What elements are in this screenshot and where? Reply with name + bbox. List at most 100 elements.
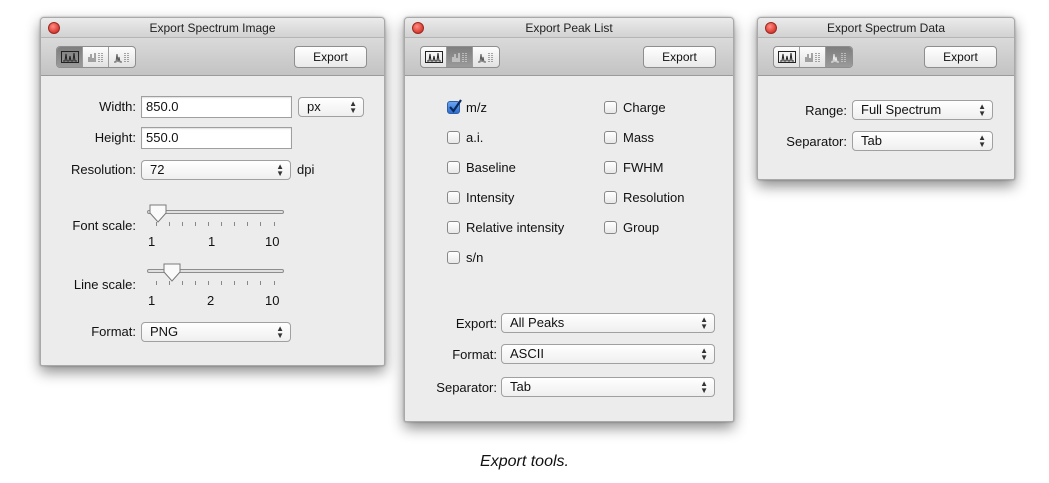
- height-field[interactable]: 550.0: [141, 127, 292, 149]
- checkbox-charge[interactable]: Charge: [604, 100, 666, 115]
- checkbox-label: Baseline: [466, 160, 516, 175]
- checkbox-box[interactable]: [604, 161, 617, 174]
- export-label: Export:: [455, 316, 497, 331]
- export-mode-segmented-control: [420, 46, 500, 68]
- data-icon: [114, 53, 129, 63]
- peak-list-icon: [805, 53, 819, 62]
- checkbox-group[interactable]: Group: [604, 220, 659, 235]
- checkbox-label: Charge: [623, 100, 666, 115]
- slider-knob[interactable]: [149, 204, 167, 224]
- figure-caption: Export tools.: [480, 453, 569, 470]
- checkbox-box[interactable]: [447, 161, 460, 174]
- spectrum-image-tab[interactable]: [57, 47, 83, 67]
- export-mode-segmented-control: [56, 46, 136, 68]
- format-value: ASCII: [510, 346, 544, 361]
- width-field[interactable]: 850.0: [141, 96, 292, 118]
- close-icon[interactable]: [765, 22, 777, 34]
- font-scale-min: 1: [148, 234, 156, 249]
- peak-list-tab[interactable]: [800, 47, 826, 67]
- updown-arrows-icon: ▲ ▼: [276, 324, 284, 340]
- checkbox-sn[interactable]: s/n: [447, 250, 483, 265]
- checkbox-box[interactable]: [604, 101, 617, 114]
- spectrum-data-tab[interactable]: [473, 47, 499, 67]
- resolution-unit: dpi: [297, 162, 315, 177]
- spectrum-image-tab[interactable]: [421, 47, 447, 67]
- data-icon: [831, 53, 846, 63]
- spectrum-icon: [777, 51, 796, 63]
- updown-arrows-icon: ▲ ▼: [978, 102, 986, 118]
- export-button[interactable]: Export: [643, 46, 716, 68]
- checkbox-intensity[interactable]: Intensity: [447, 190, 514, 205]
- updown-arrows-icon: ▲ ▼: [700, 315, 708, 331]
- peak-list-icon: [452, 53, 466, 62]
- checkbox-label: m/z: [466, 100, 487, 115]
- peak-list-tab[interactable]: [447, 47, 473, 67]
- checkbox-baseline[interactable]: Baseline: [447, 160, 516, 175]
- checkbox-mass[interactable]: Mass: [604, 130, 654, 145]
- font-scale-label: Font scale:: [72, 218, 136, 233]
- window-title: Export Spectrum Image: [149, 21, 276, 35]
- spectrum-data-tab[interactable]: [109, 47, 135, 67]
- export-peak-list-window: Export Peak List Export m/z a.i. Baselin…: [404, 17, 734, 422]
- separator-value: Tab: [861, 133, 882, 148]
- line-scale-min: 1: [148, 293, 156, 308]
- slider-knob[interactable]: [163, 263, 181, 283]
- checkbox-label: Group: [623, 220, 660, 235]
- separator-select[interactable]: Tab ▲ ▼: [852, 131, 993, 151]
- checkbox-ai[interactable]: a.i.: [447, 130, 483, 145]
- unit-select[interactable]: px ▲ ▼: [298, 97, 364, 117]
- checkbox-label: Resolution: [623, 190, 685, 205]
- toolbar: Export: [405, 38, 733, 76]
- format-label: Format:: [452, 347, 497, 362]
- spectrum-data-tab[interactable]: [826, 47, 852, 67]
- close-icon[interactable]: [48, 22, 60, 34]
- format-value: PNG: [150, 324, 179, 339]
- export-select[interactable]: All Peaks ▲ ▼: [501, 313, 715, 333]
- separator-label: Separator:: [786, 134, 847, 149]
- checkbox-label: Mass: [623, 130, 655, 145]
- updown-arrows-icon: ▲ ▼: [276, 162, 284, 178]
- export-button[interactable]: Export: [294, 46, 367, 68]
- checkbox-box[interactable]: [604, 131, 617, 144]
- checkbox-fwhm[interactable]: FWHM: [604, 160, 663, 175]
- checkbox-box[interactable]: [447, 251, 460, 264]
- checkbox-box[interactable]: [447, 221, 460, 234]
- slider-track: [147, 210, 284, 214]
- range-select[interactable]: Full Spectrum ▲ ▼: [852, 100, 993, 120]
- title-bar: Export Spectrum Image: [41, 18, 384, 38]
- range-label: Range:: [805, 103, 847, 118]
- line-scale-value: 2: [207, 293, 215, 308]
- close-icon[interactable]: [412, 22, 424, 34]
- font-scale-value: 1: [208, 234, 216, 249]
- checkbox-box[interactable]: [604, 191, 617, 204]
- updown-arrows-icon: ▲ ▼: [978, 133, 986, 149]
- height-label: Height:: [94, 130, 136, 145]
- format-select[interactable]: ASCII ▲ ▼: [501, 344, 715, 364]
- line-scale-label: Line scale:: [73, 277, 136, 292]
- checkbox-box[interactable]: [447, 99, 462, 114]
- window-title: Export Spectrum Data: [826, 21, 946, 35]
- separator-value: Tab: [510, 379, 531, 394]
- title-bar: Export Peak List: [405, 18, 733, 38]
- unit-value: px: [307, 99, 321, 114]
- checkbox-resolution[interactable]: Resolution: [604, 190, 684, 205]
- format-select[interactable]: PNG ▲ ▼: [141, 322, 291, 342]
- format-label: Format:: [91, 324, 136, 339]
- spectrum-image-tab[interactable]: [774, 47, 800, 67]
- checkbox-box[interactable]: [447, 131, 460, 144]
- font-scale-ticks: [156, 222, 276, 227]
- checkbox-box[interactable]: [604, 221, 617, 234]
- peak-list-tab[interactable]: [83, 47, 109, 67]
- checkbox-label: a.i.: [466, 130, 484, 145]
- window-title: Export Peak List: [525, 21, 613, 35]
- separator-select[interactable]: Tab ▲ ▼: [501, 377, 715, 397]
- checkbox-box[interactable]: [447, 191, 460, 204]
- resolution-select[interactable]: 72 ▲ ▼: [141, 160, 291, 180]
- checkbox-mz[interactable]: m/z: [447, 99, 487, 115]
- range-value: Full Spectrum: [861, 102, 942, 117]
- resolution-value: 72: [150, 162, 165, 177]
- line-scale-slider[interactable]: [147, 263, 284, 283]
- font-scale-slider[interactable]: [147, 204, 284, 224]
- export-button[interactable]: Export: [924, 46, 997, 68]
- checkbox-relative-intensity[interactable]: Relative intensity: [447, 220, 564, 235]
